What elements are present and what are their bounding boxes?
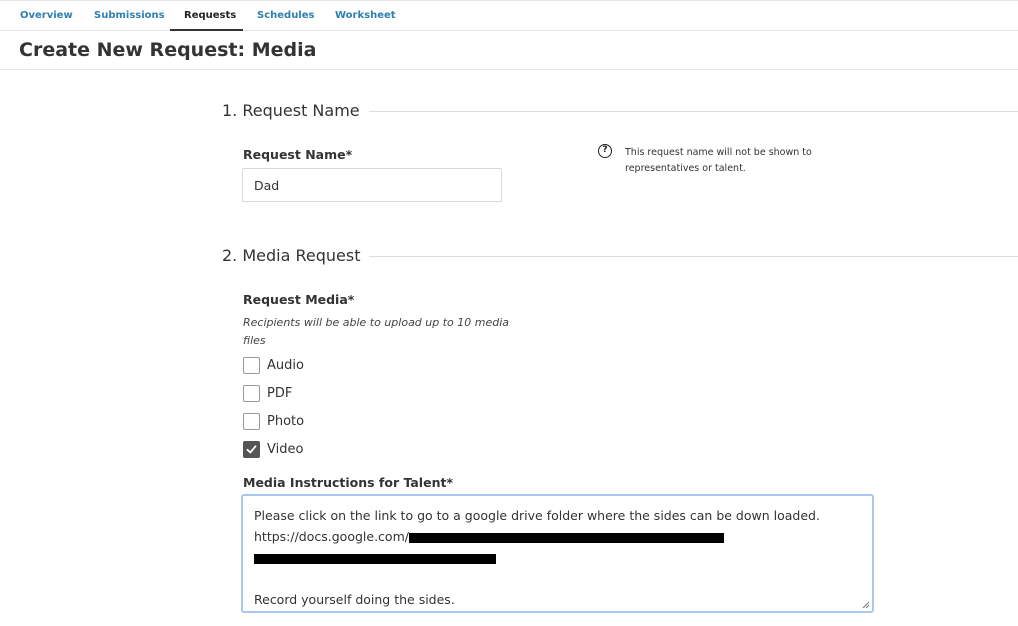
instructions-line: Please click on the link to go to a goog… [254, 508, 820, 523]
page-title: Create New Request: Media [19, 39, 317, 61]
instructions-line: Record yourself doing the sides. [254, 592, 455, 607]
instructions-link-line: https://docs.google.com/ [254, 526, 861, 547]
request-name-label: Request Name* [243, 147, 353, 162]
section-divider [364, 111, 1018, 112]
active-tab-indicator [170, 29, 243, 31]
audio-checkbox[interactable] [243, 357, 260, 374]
audio-label[interactable]: Audio [267, 357, 304, 374]
tab-overview[interactable]: Overview [20, 10, 73, 21]
tab-submissions[interactable]: Submissions [94, 10, 165, 21]
redaction-bar [254, 553, 496, 564]
tab-schedules[interactable]: Schedules [257, 10, 314, 21]
tab-requests[interactable]: Requests [184, 10, 236, 21]
media-instructions-textarea[interactable]: Please click on the link to go to a goog… [241, 494, 874, 613]
tab-worksheet[interactable]: Worksheet [335, 10, 396, 21]
help-text: This request name will not be shown to r… [625, 147, 812, 174]
section-divider [364, 256, 1018, 257]
media-instructions-label: Media Instructions for Talent* [243, 475, 453, 490]
request-name-input[interactable] [242, 168, 502, 202]
pdf-checkbox[interactable] [243, 385, 260, 402]
redaction-bar [408, 532, 724, 543]
photo-checkbox[interactable] [243, 413, 260, 430]
instructions-blank-line [254, 568, 861, 589]
resize-handle-icon[interactable] [860, 599, 870, 609]
divider [0, 69, 1018, 70]
help-icon: ? [598, 144, 612, 158]
section-title-request-name: 1. Request Name [222, 101, 369, 120]
pdf-label[interactable]: PDF [267, 385, 292, 402]
checkmark-icon [246, 445, 257, 454]
instructions-redacted-line [254, 547, 861, 568]
video-label[interactable]: Video [267, 441, 303, 458]
photo-label[interactable]: Photo [267, 413, 304, 430]
media-hint: Recipients will be able to upload up to … [243, 316, 510, 347]
request-media-label: Request Media* [243, 292, 355, 307]
section-title-media-request: 2. Media Request [222, 246, 370, 265]
top-nav: Overview Submissions Requests Schedules … [0, 0, 1018, 31]
video-checkbox[interactable] [243, 441, 260, 458]
instructions-link-prefix: https://docs.google.com/ [254, 529, 409, 544]
